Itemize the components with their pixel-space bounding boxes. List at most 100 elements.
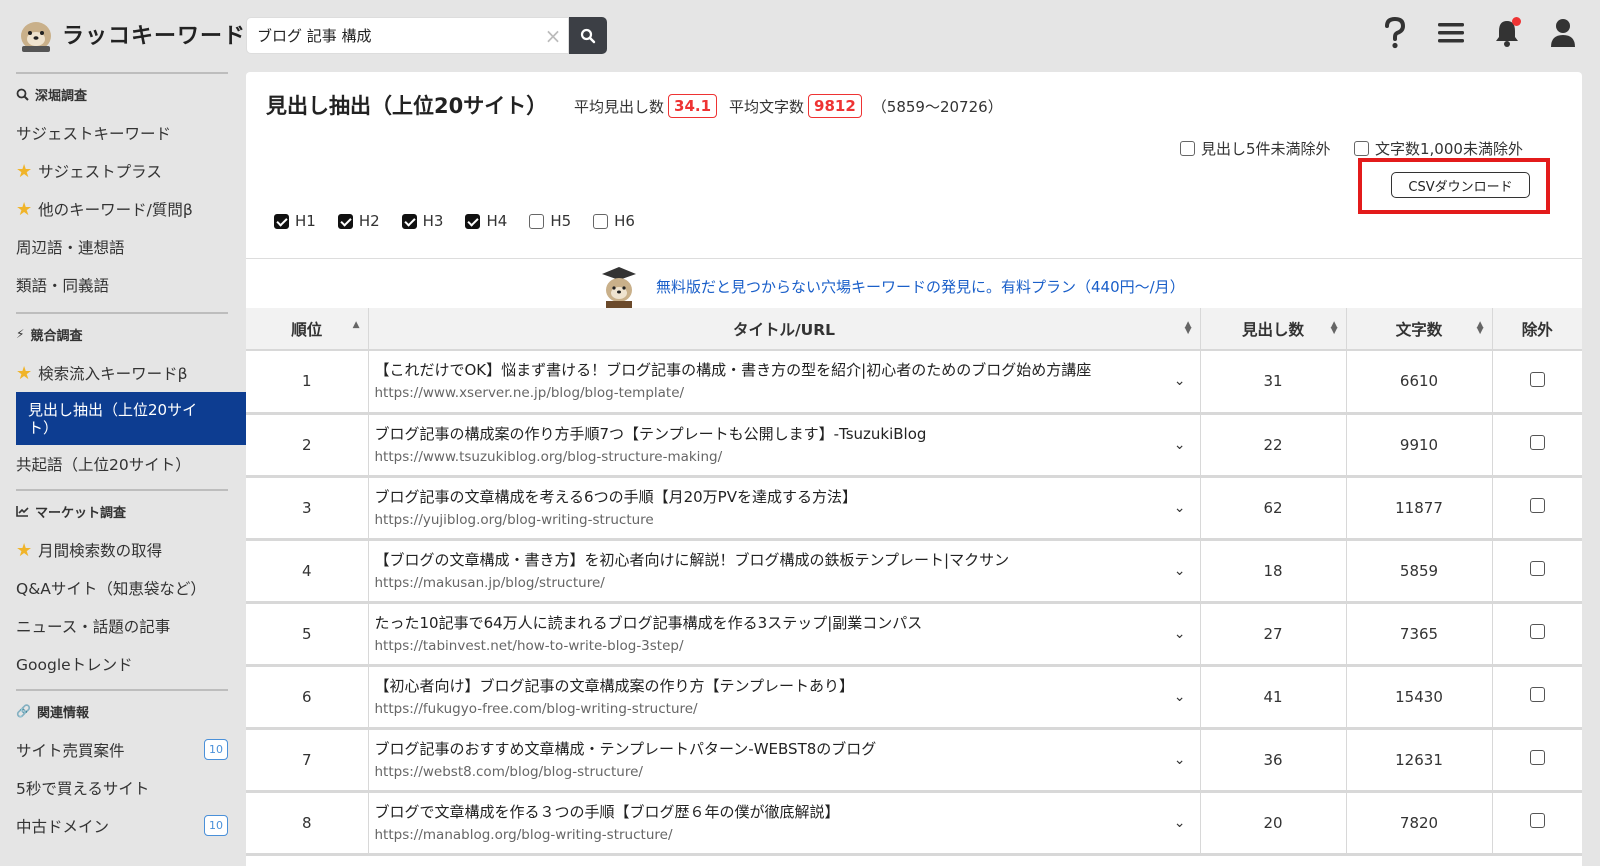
checkbox[interactable]	[1354, 141, 1369, 156]
result-title[interactable]: ブログで文章構成を作る３つの手順【ブログ歴６年の僕が徹底解説】	[375, 801, 1160, 823]
table-row[interactable]: 5 たった10記事で64万人に読まれるブログ記事構成を作る3ステップ|副業コンパ…	[246, 602, 1582, 667]
result-title[interactable]: たった10記事で64万人に読まれるブログ記事構成を作る3ステップ|副業コンパス	[375, 612, 1160, 634]
result-url[interactable]: https://tabinvest.net/how-to-write-blog-…	[375, 636, 1160, 656]
search-button[interactable]	[569, 17, 607, 54]
filter-h2[interactable]: H2	[337, 212, 380, 230]
exclude-checkbox[interactable]	[1529, 624, 1545, 639]
sidebar-item-google-trends[interactable]: Googleトレンド	[0, 645, 242, 683]
filter-h5[interactable]: H5	[529, 212, 571, 230]
checkbox[interactable]	[337, 213, 353, 229]
char-count-cell: 7365	[1346, 602, 1493, 667]
column-header-rank[interactable]: 順位 ▲	[246, 308, 369, 351]
char-count-cell: 15430	[1346, 665, 1493, 730]
result-url[interactable]: https://fukugyo-free.com/blog-writing-st…	[375, 699, 1160, 719]
result-title[interactable]: 【初心者向け】ブログ記事の文章構成案の作り方【テンプレートあり】	[375, 675, 1160, 697]
table-row[interactable]: 1 【これだけでOK】悩まず書ける！ブログ記事の構成・書き方の型を紹介|初心者の…	[246, 350, 1582, 415]
result-url[interactable]: https://webst8.com/blog/blog-structure/	[375, 762, 1160, 782]
chevron-down-icon[interactable]: ⌄	[1174, 437, 1186, 453]
filter-h4[interactable]: H4	[465, 212, 507, 230]
title-cell[interactable]: 【これだけでOK】悩まず書ける！ブログ記事の構成・書き方の型を紹介|初心者のため…	[368, 350, 1201, 415]
checkbox[interactable]	[465, 213, 481, 229]
result-title[interactable]: 【これだけでOK】悩まず書ける！ブログ記事の構成・書き方の型を紹介|初心者のため…	[375, 359, 1160, 381]
sidebar-item-news[interactable]: ニュース・話題の記事	[0, 607, 242, 645]
sidebar-item-quick-buy-sites[interactable]: 5秒で買えるサイト	[0, 769, 242, 807]
column-header-chars[interactable]: 文字数 ▲ ▼	[1346, 308, 1493, 351]
column-header-headings[interactable]: 見出し数 ▲ ▼	[1200, 308, 1347, 351]
title-cell[interactable]: ブログ記事のおすすめ文章構成・テンプレートパターン-WEBST8のブログ htt…	[368, 728, 1201, 793]
menu-icon[interactable]	[1436, 16, 1466, 50]
sidebar-item-synonyms[interactable]: 類語・同義語	[0, 266, 242, 304]
user-icon[interactable]	[1548, 16, 1578, 50]
exclude-checkbox[interactable]	[1529, 371, 1545, 387]
result-url[interactable]: https://makusan.jp/blog/structure/	[375, 573, 1160, 593]
exclude-checkbox[interactable]	[1529, 687, 1545, 702]
title-cell[interactable]: ブログ記事の文章構成を考える6つの手順【月20万PVを達成する方法】 https…	[368, 476, 1201, 541]
sidebar-item-suggest[interactable]: サジェストキーワード	[0, 114, 242, 152]
sidebar-item-suggest-plus[interactable]: ★ サジェストプラス	[0, 152, 242, 190]
exclude-checkbox[interactable]	[1529, 750, 1545, 765]
checkbox[interactable]	[529, 213, 545, 229]
result-url[interactable]: https://yujiblog.org/blog-writing-struct…	[375, 510, 1160, 530]
sidebar-item-qa-sites[interactable]: Q&Aサイト（知恵袋など）	[0, 569, 242, 607]
result-title[interactable]: ブログ記事の構成案の作り方手順7つ【テンプレートも公開します】-TsuzukiB…	[375, 423, 1160, 445]
csv-download-button[interactable]: CSVダウンロード	[1391, 172, 1530, 198]
result-url[interactable]: https://www.xserver.ne.jp/blog/blog-temp…	[375, 383, 1160, 403]
sidebar-item-related-words[interactable]: 周辺語・連想語	[0, 228, 242, 266]
result-url[interactable]: https://manablog.org/blog-writing-struct…	[375, 825, 1160, 845]
filter-h6[interactable]: H6	[593, 212, 635, 230]
table-row[interactable]: 4 【ブログの文章構成・書き方】を初心者向けに解説！ブログ構成の鉄板テンプレート…	[246, 539, 1582, 604]
filter-h1[interactable]: H1	[274, 212, 316, 230]
column-header-title[interactable]: タイトル/URL ▲ ▼	[368, 308, 1201, 351]
promo-banner[interactable]: 無料版だと見つからない穴場キーワードの発見に。有料プラン（440円〜/月）	[596, 264, 1185, 308]
chevron-down-icon[interactable]: ⌄	[1174, 373, 1186, 389]
result-title[interactable]: ブログ記事の文章構成を考える6つの手順【月20万PVを達成する方法】	[375, 486, 1160, 508]
filter-h3[interactable]: H3	[401, 212, 443, 230]
sidebar-item-inflow-keywords[interactable]: ★ 検索流入キーワードβ	[0, 354, 242, 392]
title-cell[interactable]: ブログ記事の構成案の作り方手順7つ【テンプレートも公開します】-TsuzukiB…	[368, 413, 1201, 478]
sidebar-item-monthly-volume[interactable]: ★ 月間検索数の取得	[0, 531, 242, 569]
exclude-few-headings-checkbox[interactable]: 見出し5件未満除外	[1180, 138, 1331, 159]
chevron-down-icon[interactable]: ⌄	[1174, 563, 1186, 579]
exclude-short-text-checkbox[interactable]: 文字数1,000未満除外	[1354, 138, 1523, 159]
result-title[interactable]: 【ブログの文章構成・書き方】を初心者向けに解説！ブログ構成の鉄板テンプレート|マ…	[375, 549, 1160, 571]
result-url[interactable]: https://www.tsuzukiblog.org/blog-structu…	[375, 447, 1160, 467]
checkbox[interactable]	[593, 213, 609, 229]
exclude-checkbox[interactable]	[1529, 561, 1545, 576]
checkbox[interactable]	[401, 213, 417, 229]
checkbox[interactable]	[274, 213, 289, 229]
sidebar-item-site-trading[interactable]: サイト売買案件 10	[0, 731, 242, 769]
bell-icon[interactable]	[1492, 16, 1522, 50]
table-row[interactable]: 3 ブログ記事の文章構成を考える6つの手順【月20万PVを達成する方法】 htt…	[246, 476, 1582, 541]
sidebar-item-used-domains[interactable]: 中古ドメイン 10	[0, 807, 242, 845]
result-title[interactable]: ブログ記事のおすすめ文章構成・テンプレートパターン-WEBST8のブログ	[375, 738, 1160, 760]
table-row[interactable]: 2 ブログ記事の構成案の作り方手順7つ【テンプレートも公開します】-Tsuzuk…	[246, 413, 1582, 478]
title-cell[interactable]: たった10記事で64万人に読まれるブログ記事構成を作る3ステップ|副業コンパス …	[368, 602, 1201, 667]
table-row[interactable]: 6 【初心者向け】ブログ記事の文章構成案の作り方【テンプレートあり】 https…	[246, 665, 1582, 730]
chevron-down-icon[interactable]: ⌄	[1174, 500, 1186, 516]
section-market-research: マーケット調査	[0, 491, 242, 531]
table-row[interactable]: 8 ブログで文章構成を作る３つの手順【ブログ歴６年の僕が徹底解説】 https:…	[246, 791, 1582, 856]
exclude-checkbox[interactable]	[1529, 498, 1545, 513]
title-cell[interactable]: 【ブログの文章構成・書き方】を初心者向けに解説！ブログ構成の鉄板テンプレート|マ…	[368, 539, 1201, 604]
exclude-checkbox[interactable]	[1529, 813, 1545, 828]
title-cell[interactable]: 【初心者向け】ブログ記事の文章構成案の作り方【テンプレートあり】 https:/…	[368, 665, 1201, 730]
help-icon[interactable]	[1380, 16, 1410, 50]
promo-link[interactable]: 無料版だと見つからない穴場キーワードの発見に。有料プラン（440円〜/月）	[656, 276, 1185, 297]
sidebar-item-other-keywords[interactable]: ★ 他のキーワード/質問β	[0, 190, 242, 228]
sidebar-item-cooccurrence[interactable]: 共起語（上位20サイト）	[0, 445, 242, 483]
sidebar-item-heading-extract[interactable]: 見出し抽出（上位20サイト）	[16, 392, 246, 445]
chevron-down-icon[interactable]: ⌄	[1174, 626, 1186, 642]
exclude-checkbox[interactable]	[1529, 435, 1545, 450]
chevron-down-icon[interactable]: ⌄	[1174, 815, 1186, 831]
table-row[interactable]: 7 ブログ記事のおすすめ文章構成・テンプレートパターン-WEBST8のブログ h…	[246, 728, 1582, 793]
count-badge: 10	[204, 739, 228, 760]
title-cell[interactable]: ブログで文章構成を作る３つの手順【ブログ歴６年の僕が徹底解説】 https://…	[368, 791, 1201, 856]
chevron-down-icon[interactable]: ⌄	[1174, 752, 1186, 768]
clear-icon[interactable]: ×	[542, 24, 564, 48]
logo[interactable]: ラッコキーワード	[16, 14, 246, 54]
char-count-cell: 5859	[1346, 539, 1493, 604]
checkbox[interactable]	[1180, 141, 1195, 156]
chevron-down-icon[interactable]: ⌄	[1174, 689, 1186, 705]
search-input[interactable]	[246, 17, 569, 54]
headings-count-cell: 62	[1200, 476, 1347, 541]
